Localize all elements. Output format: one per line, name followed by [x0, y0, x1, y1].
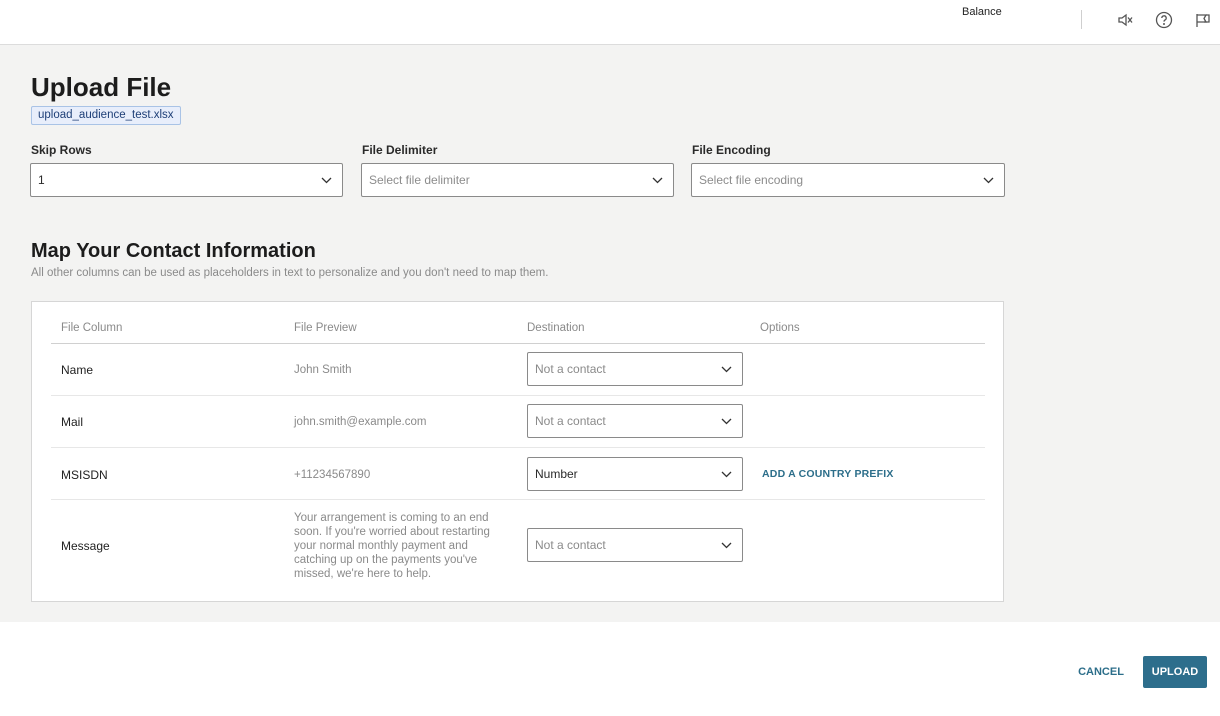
destination-value: Not a contact: [535, 414, 606, 428]
column-header: File Column: [61, 322, 123, 334]
file-column-name: Name: [61, 363, 94, 377]
balance-label: Balance: [962, 6, 1002, 18]
section-subtitle: All other columns can be used as placeho…: [31, 267, 549, 279]
skip-rows-label: Skip Rows: [31, 143, 92, 157]
chevron-down-icon: [720, 468, 732, 480]
chevron-down-icon: [982, 174, 994, 186]
top-divider: [1081, 10, 1082, 29]
column-header: File Preview: [294, 322, 357, 334]
chevron-down-icon: [320, 174, 332, 186]
file-delimiter-label: File Delimiter: [362, 143, 438, 157]
chevron-down-icon: [720, 539, 732, 551]
table-header: File Column File Preview Destination Opt…: [51, 317, 985, 344]
file-column-name: MSISDN: [61, 468, 108, 482]
destination-value: Not a contact: [535, 362, 606, 376]
table-row: MSISDN +11234567890 Number ADD A COUNTRY…: [51, 448, 985, 500]
chevron-down-icon: [720, 415, 732, 427]
main-content: Upload File upload_audience_test.xlsx Sk…: [0, 45, 1220, 622]
destination-select[interactable]: Not a contact: [527, 528, 743, 562]
file-encoding-select[interactable]: Select file encoding: [691, 163, 1005, 197]
file-preview-value: Your arrangement is coming to an end soo…: [294, 512, 490, 580]
file-column-name: Message: [61, 539, 110, 553]
table-row: Message Your arrangement is coming to an…: [51, 500, 985, 590]
file-column-name: Mail: [61, 415, 84, 429]
destination-select[interactable]: Not a contact: [527, 352, 743, 386]
top-bar: Balance: [0, 0, 1220, 45]
page-title: Upload File: [31, 72, 172, 102]
footer-bar: CANCEL UPLOAD: [0, 622, 1220, 716]
add-country-prefix-link[interactable]: ADD A COUNTRY PREFIX: [762, 468, 894, 480]
column-header: Destination: [527, 322, 585, 334]
help-icon[interactable]: [1154, 10, 1174, 30]
file-delimiter-select[interactable]: Select file delimiter: [361, 163, 674, 197]
destination-select[interactable]: Not a contact: [527, 404, 743, 438]
upload-button[interactable]: UPLOAD: [1143, 656, 1207, 688]
destination-select[interactable]: Number: [527, 457, 743, 491]
file-encoding-placeholder: Select file encoding: [699, 173, 804, 187]
file-delimiter-placeholder: Select file delimiter: [369, 173, 470, 187]
table-row: Name John Smith Not a contact: [51, 344, 985, 396]
sound-off-icon[interactable]: [1116, 10, 1136, 30]
file-preview-value: john.smith@example.com: [294, 416, 427, 428]
chevron-down-icon: [651, 174, 663, 186]
section-title: Map Your Contact Information: [31, 240, 316, 262]
destination-value: Not a contact: [535, 538, 606, 552]
file-preview-value: John Smith: [294, 364, 352, 376]
cancel-button[interactable]: CANCEL: [1072, 656, 1130, 688]
file-preview-value: +11234567890: [294, 469, 371, 481]
skip-rows-value: 1: [38, 173, 45, 187]
chevron-down-icon: [720, 363, 732, 375]
skip-rows-select[interactable]: 1: [30, 163, 343, 197]
file-encoding-label: File Encoding: [692, 143, 771, 157]
file-name-chip: upload_audience_test.xlsx: [31, 106, 181, 125]
destination-value: Number: [535, 467, 578, 481]
column-header: Options: [760, 322, 800, 334]
mapping-table-card: File Column File Preview Destination Opt…: [31, 301, 1004, 602]
announcement-icon[interactable]: [1193, 10, 1213, 30]
table-row: Mail john.smith@example.com Not a contac…: [51, 396, 985, 448]
